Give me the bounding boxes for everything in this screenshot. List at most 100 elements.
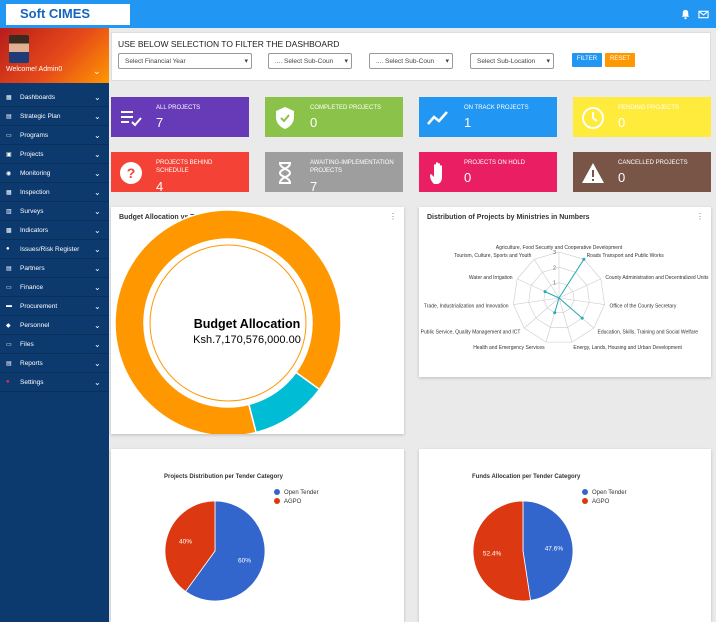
sidebar-item-issues-risk-register[interactable]: ● Issues/Risk Register ⌄ [0, 242, 109, 259]
sidebar-item-strategic-plan[interactable]: ▤ Strategic Plan ⌄ [0, 109, 109, 126]
shield-check-icon [276, 107, 294, 129]
report-icon: ▤ [6, 361, 12, 367]
radar-category-label: Energy, Lands, Housing and Urban Develop… [573, 345, 682, 351]
chevron-down-icon: ⌄ [94, 112, 101, 121]
radar-category-label: Trade, Industrialization and Innovation [424, 303, 509, 309]
tender-pie-chart: 60% 40% Open Tender AGPO [164, 489, 319, 602]
sidebar-item-partners[interactable]: ▤ Partners ⌄ [0, 261, 109, 278]
stat-card-label: AWAITING-IMPLEMENTATION PROJECTS [310, 160, 394, 174]
list-check-icon [121, 111, 142, 127]
stat-card-all-projects[interactable]: ALL PROJECTS 7 [111, 97, 249, 137]
sidebar-item-programs[interactable]: ▭ Programs ⌄ [0, 128, 109, 145]
funds-panel: Funds Allocation per Tender Category 47.… [419, 449, 711, 622]
top-bar: Soft CIMES [0, 0, 716, 28]
stat-card-completed-projects[interactable]: COMPLETED PROJECTS 0 [265, 97, 403, 137]
chevron-down-icon: ⌄ [94, 245, 101, 254]
stat-card-projects-behind-schedule[interactable]: ? PROJECTS BEHIND SCHEDULE 4 [111, 152, 249, 194]
sub-county-select-2[interactable]: .... Select Sub-Coun ▾ [369, 53, 453, 69]
dashboard-icon: ▦ [6, 95, 12, 101]
budget-center-value: Ksh.7,170,576,000.00 [193, 334, 301, 346]
user-profile[interactable]: Welcome! Admin0 ⌄ [0, 28, 109, 83]
pie-value-label: 60% [238, 558, 251, 565]
chevron-down-icon: ▾ [244, 58, 248, 65]
indicator-icon: ▩ [6, 228, 12, 234]
sidebar-item-personnel[interactable]: ◆ Personnel ⌄ [0, 318, 109, 335]
chevron-down-icon: ▾ [344, 58, 348, 65]
sub-county-value: .... Select Sub-Coun [376, 58, 435, 65]
stat-card-value: 0 [310, 115, 318, 130]
radar-category-label: Public Service, Quality Management and I… [421, 329, 521, 335]
sidebar-item-reports[interactable]: ▤ Reports ⌄ [0, 356, 109, 373]
budget-panel: Budget Allocation vs Total Cost ⋮ Budget… [111, 207, 404, 434]
radar-point[interactable] [582, 257, 586, 261]
stat-card-cancelled-projects[interactable]: CANCELLED PROJECTS 0 [573, 152, 711, 192]
settings-icon: ● [6, 379, 10, 385]
notification-bell-icon[interactable] [680, 9, 691, 20]
financial-year-value: Select Financial Year [125, 58, 186, 65]
sidebar-item-monitoring[interactable]: ◉ Monitoring ⌄ [0, 166, 109, 183]
survey-icon: ▥ [6, 209, 12, 215]
pie-value-label: 40% [179, 538, 192, 545]
monitor-icon: ◉ [6, 171, 12, 177]
chevron-down-icon: ⌄ [94, 264, 101, 273]
sidebar-item-settings[interactable]: ● Settings ⌄ [0, 375, 109, 392]
chevron-down-icon: ⌄ [94, 207, 101, 216]
sidebar-item-surveys[interactable]: ▥ Surveys ⌄ [0, 204, 109, 221]
chevron-down-icon: ▾ [445, 58, 449, 65]
budget-donut-chart: Budget Allocation Ksh.7,170,576,000.00 [114, 209, 342, 434]
stat-card-awaiting-implementation-projects[interactable]: AWAITING-IMPLEMENTATION PROJECTS 7 [265, 152, 403, 194]
pie-slice-agpo[interactable] [472, 500, 531, 602]
sidebar-item-finance[interactable]: ▭ Finance ⌄ [0, 280, 109, 297]
radar-point[interactable] [553, 311, 557, 315]
reset-button[interactable]: RESET [605, 53, 635, 67]
stat-card-pending-projects[interactable]: PENDING PROJECTS 0 [573, 97, 711, 137]
stat-card-on-track-projects[interactable]: ON TRACK PROJECTS 1 [419, 97, 557, 137]
filter-panel: USE BELOW SELECTION TO FILTER THE DASHBO… [111, 32, 711, 81]
question-icon: ? [120, 162, 142, 184]
stat-card-projects-on-hold[interactable]: PROJECTS ON HOLD 0 [419, 152, 557, 192]
donut-slice-total-cost[interactable] [247, 371, 321, 434]
radar-category-label: Health and Emergency Services [473, 345, 545, 351]
financial-year-select[interactable]: Select Financial Year ▾ [118, 53, 252, 69]
sidebar-item-projects[interactable]: ▣ Projects ⌄ [0, 147, 109, 164]
sub-location-value: Select Sub-Location [477, 58, 536, 65]
filter-title: USE BELOW SELECTION TO FILTER THE DASHBO… [118, 39, 340, 49]
radar-series-area [544, 259, 585, 319]
sidebar-item-files[interactable]: ▭ Files ⌄ [0, 337, 109, 354]
ministries-panel: Distribution of Projects by Ministries i… [419, 207, 711, 377]
radar-point[interactable] [580, 316, 584, 320]
sidebar-item-label: Inspection [20, 189, 50, 196]
radar-category-label: Agriculture, Food Security and Cooperati… [496, 245, 623, 251]
hand-stop-icon [430, 162, 442, 184]
pie-value-label: 47.6% [545, 546, 564, 553]
sidebar-item-label: Partners [20, 265, 45, 272]
stat-card-value: 7 [310, 179, 318, 194]
clock-icon [582, 107, 604, 129]
sidebar-item-label: Projects [20, 151, 44, 158]
chevron-down-icon: ⌄ [94, 150, 101, 159]
sidebar-item-inspection[interactable]: ▦ Inspection ⌄ [0, 185, 109, 202]
stat-card-value: 7 [156, 115, 164, 130]
radar-point[interactable] [543, 290, 547, 294]
filter-button[interactable]: FILTER [572, 53, 602, 67]
chevron-down-icon: ⌄ [94, 131, 101, 140]
stat-card-value: 0 [618, 170, 626, 185]
sidebar-item-dashboards[interactable]: ▦ Dashboards ⌄ [0, 90, 109, 107]
hourglass-icon [278, 162, 292, 184]
warning-icon [582, 163, 604, 183]
chevron-down-icon[interactable]: ⌄ [93, 66, 101, 77]
stat-card-label: PENDING PROJECTS [618, 105, 680, 111]
sidebar-item-label: Finance [20, 284, 44, 291]
sub-location-select[interactable]: Select Sub-Location ▾ [470, 53, 554, 69]
sidebar-item-indicators[interactable]: ▩ Indicators ⌄ [0, 223, 109, 240]
radar-tick-label: 1 [553, 281, 556, 287]
stat-card-value: 0 [618, 115, 626, 130]
radar-category-label: Roads Transport and Public Works [587, 253, 665, 259]
app-logo[interactable]: Soft CIMES [6, 4, 130, 25]
sidebar-item-procurement[interactable]: ▬ Procurement ⌄ [0, 299, 109, 316]
pie-value-label: 52.4% [483, 550, 502, 557]
sub-county-select[interactable]: .... Select Sub-Coun ▾ [268, 53, 352, 69]
mail-icon[interactable] [698, 9, 709, 20]
radar-category-label: Education, Skills, Training and Social W… [598, 329, 699, 335]
trend-line-icon [427, 111, 448, 125]
